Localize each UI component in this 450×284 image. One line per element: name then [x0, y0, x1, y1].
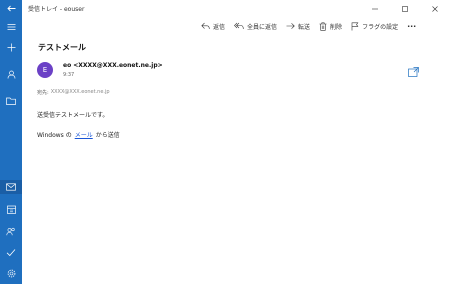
reply-all-button[interactable]: 全員に返信: [234, 22, 277, 31]
title-bar: 受信トレイ - eouser: [0, 0, 450, 17]
forward-label: 転送: [298, 23, 311, 31]
reply-all-label: 全員に返信: [247, 23, 278, 31]
minimize-button[interactable]: [360, 0, 390, 17]
reply-icon: [201, 22, 210, 30]
folders-button[interactable]: [0, 94, 22, 108]
reply-all-icon: [234, 22, 244, 30]
gear-icon: [7, 269, 15, 277]
mail-button[interactable]: [0, 180, 22, 194]
menu-button[interactable]: [0, 20, 22, 34]
person-icon: [7, 70, 15, 79]
delete-label: 削除: [330, 23, 343, 31]
calendar-icon: [6, 205, 16, 214]
people-icon: [6, 227, 15, 235]
more-icon: ···: [407, 21, 417, 31]
to-label: 宛先:: [37, 90, 49, 96]
sender-address[interactable]: eo <XXXX@XXX.eonet.ne.jp>: [63, 62, 163, 69]
open-window-icon: [408, 67, 419, 77]
settings-button[interactable]: [0, 266, 22, 280]
message-subject: テストメール: [38, 43, 86, 52]
message-body-line: 送受信テストメールです。: [37, 112, 109, 119]
reply-button[interactable]: 返信: [201, 22, 225, 31]
avatar: E: [37, 62, 53, 78]
plus-icon: [7, 43, 15, 51]
message-toolbar: 返信 全員に返信 転送 削除 フラグの設定 ···: [201, 19, 425, 33]
more-button[interactable]: ···: [407, 22, 416, 31]
minimize-icon: [372, 8, 378, 9]
signature-prefix: Windows の: [37, 132, 72, 139]
maximize-button[interactable]: [390, 0, 420, 17]
flag-label: フラグの設定: [362, 23, 399, 31]
hamburger-icon: [7, 24, 15, 30]
new-mail-button[interactable]: [0, 40, 22, 54]
close-icon: [432, 5, 438, 12]
calendar-button[interactable]: [0, 202, 22, 216]
recipient-row: 宛先: XXXX@XXX.eonet.ne.jp: [37, 89, 110, 96]
window-title: 受信トレイ - eouser: [28, 6, 85, 13]
folder-icon: [6, 97, 16, 105]
mail-app-link[interactable]: メール: [75, 130, 93, 139]
trash-icon: [319, 22, 327, 31]
back-arrow-icon: [6, 5, 15, 12]
forward-icon: [286, 23, 295, 29]
signature-suffix: から送信: [95, 132, 120, 139]
message-time: 9:37: [63, 72, 75, 78]
recipient-address[interactable]: XXXX@XXX.eonet.ne.jp: [51, 89, 110, 96]
people-button[interactable]: [0, 224, 22, 238]
message-signature: Windows の メール から送信: [37, 130, 120, 139]
flag-icon: [351, 22, 359, 30]
maximize-icon: [402, 5, 408, 12]
open-in-new-window-button[interactable]: [408, 62, 419, 81]
back-button[interactable]: [0, 0, 22, 17]
todo-button[interactable]: [0, 245, 22, 259]
close-button[interactable]: [420, 0, 450, 17]
delete-button[interactable]: 削除: [319, 22, 342, 31]
forward-button[interactable]: 転送: [286, 22, 310, 31]
sidebar: [0, 17, 22, 284]
accounts-button[interactable]: [0, 67, 22, 81]
checkmark-icon: [6, 248, 16, 256]
flag-button[interactable]: フラグの設定: [351, 22, 398, 31]
reply-label: 返信: [213, 23, 226, 31]
mail-icon: [6, 183, 16, 191]
